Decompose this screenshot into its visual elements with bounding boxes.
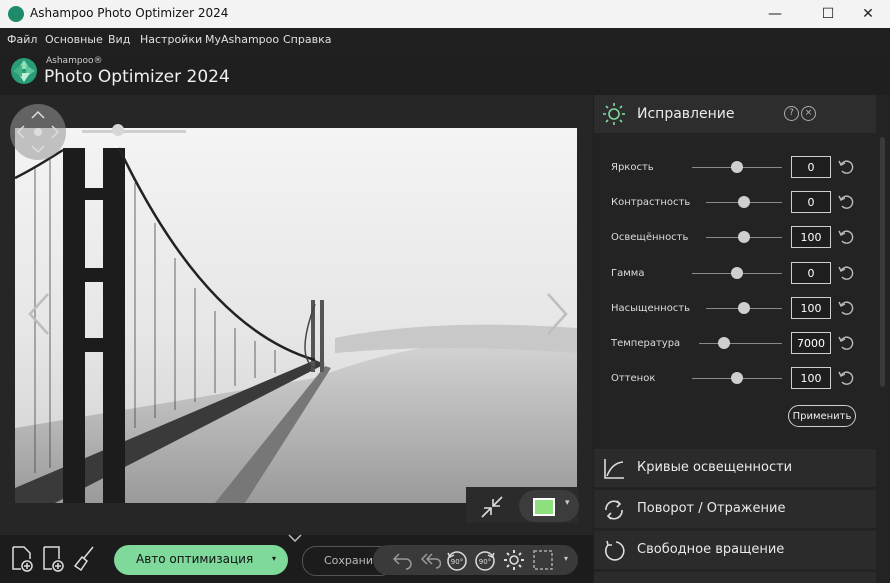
slider-row-temperature: Температура 7000 <box>594 329 876 359</box>
slider-handle-gamma[interactable] <box>731 266 743 279</box>
brand-header: Ashampoo® Photo Optimizer 2024 <box>10 55 270 91</box>
menu-view[interactable]: Вид <box>108 33 130 46</box>
fit-to-window-icon[interactable] <box>478 493 506 521</box>
auto-optimize-dropdown-icon[interactable]: ▾ <box>272 554 276 563</box>
app-icon <box>8 6 24 22</box>
section-free-rotation-label: Свободное вращение <box>637 542 785 557</box>
previous-image-arrow-icon[interactable] <box>24 292 54 336</box>
section-more[interactable] <box>594 572 876 583</box>
slider-track-temperature[interactable] <box>699 343 782 344</box>
menu-basics[interactable]: Основные <box>45 33 103 46</box>
section-free-rotation[interactable]: Свободное вращение <box>594 531 876 569</box>
value-field-temperature[interactable]: 7000 <box>791 332 831 354</box>
aperture-logo-icon <box>11 58 37 84</box>
slider-row-contrast: Контрастность 0 <box>594 188 876 218</box>
slider-handle-contrast[interactable] <box>738 196 750 209</box>
rotate-left-90-icon[interactable]: 90° <box>445 548 469 572</box>
view-mode-dropdown-icon[interactable]: ▾ <box>565 498 570 508</box>
panel-title: Исправление <box>637 106 735 122</box>
settings-gear-icon[interactable] <box>503 549 525 571</box>
undo-icon[interactable] <box>391 550 413 570</box>
value-field-tint[interactable]: 100 <box>791 367 831 390</box>
next-image-arrow-icon[interactable] <box>542 292 572 336</box>
reset-temperature-icon[interactable] <box>837 334 855 352</box>
sun-icon <box>603 103 625 125</box>
rotate-flip-icon <box>605 500 623 520</box>
value-field-saturation[interactable]: 100 <box>791 296 831 319</box>
auto-optimize-label: Авто оптимизация <box>136 552 254 566</box>
slider-label-contrast: Контрастность <box>611 197 691 209</box>
menu-bar: Файл Основные Вид Настройки MyAshampoo С… <box>0 28 890 52</box>
edit-tools-group: 90° 90° ▾ <box>373 545 578 575</box>
slider-handle-brightness[interactable] <box>731 161 743 173</box>
slider-label-temperature: Температура <box>611 338 681 349</box>
close-panel-icon[interactable]: × <box>801 106 816 121</box>
section-rotate-flip[interactable]: Поворот / Отражение <box>594 490 876 528</box>
collapse-toolbar-chevron-icon[interactable] <box>288 534 302 542</box>
help-icon[interactable]: ? <box>784 106 799 121</box>
panel-scrollbar[interactable] <box>880 137 885 387</box>
slider-label-gamma: Гамма <box>611 267 645 279</box>
close-window-button[interactable]: ✕ <box>845 0 890 28</box>
free-rotation-icon <box>605 540 625 561</box>
panel-header: Исправление ? × <box>594 95 876 133</box>
menu-file[interactable]: Файл <box>7 33 37 46</box>
view-mode-button[interactable]: ▾ <box>519 490 579 522</box>
single-view-icon <box>533 498 555 516</box>
slider-row-tint: Оттенок 100 <box>594 364 876 394</box>
slider-row-exposure: Освещённость 100 <box>594 223 876 253</box>
value-field-contrast[interactable]: 0 <box>791 191 831 214</box>
reset-saturation-icon[interactable] <box>837 299 855 317</box>
section-rotate-flip-label: Поворот / Отражение <box>637 501 786 516</box>
minimize-button[interactable]: — <box>752 0 798 28</box>
value-field-gamma[interactable]: 0 <box>791 261 831 284</box>
auto-optimize-button[interactable]: Авто оптимизация ▾ <box>114 545 288 575</box>
brand-product-name: Photo Optimizer 2024 <box>44 67 230 87</box>
clear-broom-icon[interactable] <box>72 545 96 573</box>
slider-row-gamma: Гамма 0 <box>594 259 876 289</box>
slider-handle-saturation[interactable] <box>738 301 750 314</box>
crop-selection-icon[interactable] <box>532 549 554 571</box>
menu-myashampoo[interactable]: MyAshampoo <box>205 33 279 46</box>
bridge-photo <box>15 128 577 503</box>
add-folder-icon[interactable] <box>41 545 65 573</box>
pan-navigation-pad[interactable] <box>10 104 66 160</box>
section-light-curves[interactable]: Кривые освещенности <box>594 449 876 487</box>
reset-exposure-icon[interactable] <box>837 228 855 246</box>
zoom-slider-track[interactable] <box>82 130 186 133</box>
slider-label-brightness: Яркость <box>611 162 654 173</box>
rotate-right-90-icon[interactable]: 90° <box>473 548 497 572</box>
reset-tint-icon[interactable] <box>837 369 855 387</box>
slider-handle-exposure[interactable] <box>738 231 750 244</box>
tools-dropdown-icon[interactable]: ▾ <box>564 554 568 563</box>
undo-all-icon[interactable] <box>419 550 441 570</box>
menu-settings[interactable]: Настройки <box>140 33 202 46</box>
adjustment-panel: Исправление ? × Яркость 0 Контрастность 0 Ос… <box>594 95 890 583</box>
section-light-curves-label: Кривые освещенности <box>637 460 793 475</box>
reset-contrast-icon[interactable] <box>837 193 855 211</box>
svg-text:90°: 90° <box>479 558 491 566</box>
title-bar: Ashampoo Photo Optimizer 2024 — ☐ ✕ <box>0 0 890 28</box>
photo-preview[interactable] <box>15 128 577 503</box>
curves-icon <box>604 459 624 479</box>
menu-help[interactable]: Справка <box>283 33 331 46</box>
slider-label-tint: Оттенок <box>611 373 656 385</box>
slider-label-saturation: Насыщенность <box>611 302 691 314</box>
pan-arrows-icon <box>16 110 60 154</box>
slider-label-exposure: Освещённость <box>611 232 689 244</box>
window-title: Ashampoo Photo Optimizer 2024 <box>30 6 229 20</box>
add-file-icon[interactable] <box>10 545 34 573</box>
slider-handle-tint[interactable] <box>731 372 743 385</box>
brand-company: Ashampoo® <box>46 56 103 66</box>
slider-row-saturation: Насыщенность 100 <box>594 294 876 324</box>
reset-gamma-icon[interactable] <box>837 264 855 282</box>
value-field-exposure[interactable]: 100 <box>791 226 831 249</box>
value-field-brightness[interactable]: 0 <box>791 156 831 178</box>
slider-row-brightness: Яркость 0 <box>594 153 876 183</box>
reset-brightness-icon[interactable] <box>837 158 855 176</box>
slider-handle-temperature[interactable] <box>717 337 730 349</box>
apply-button[interactable]: Применить <box>788 405 856 427</box>
svg-text:90°: 90° <box>451 558 463 566</box>
